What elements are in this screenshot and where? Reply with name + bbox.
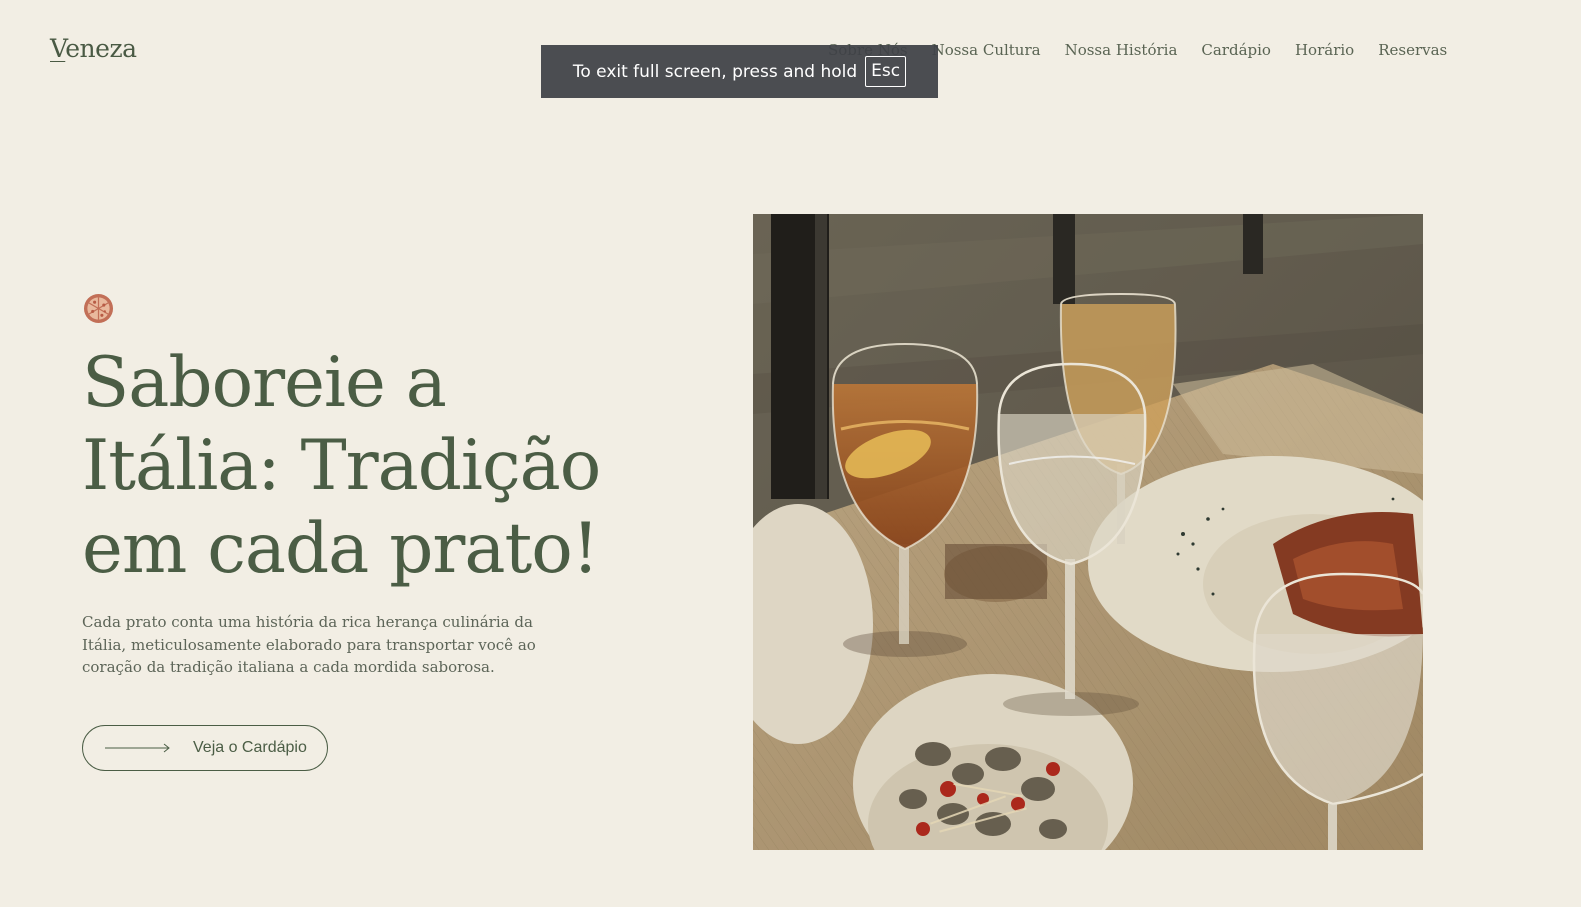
hero-headline: Saboreie a Itália: Tradição em cada prat… [82,343,601,589]
fullscreen-notice-text: To exit full screen, press and hold [572,61,858,82]
nav-item-nossa-historia[interactable]: Nossa História [1065,41,1178,59]
fullscreen-notice: To exit full screen, press and hold Esc [541,45,938,98]
view-menu-button[interactable]: Veja o Cardápio [82,725,328,771]
pizza-icon [83,293,114,324]
hero-description: Cada prato conta uma história da rica he… [82,613,536,676]
nav-item-reservas[interactable]: Reservas [1378,41,1447,59]
table-scene-illustration [753,214,1423,850]
hero-photo [753,214,1423,850]
nav-item-cardapio[interactable]: Cardápio [1201,41,1271,59]
arrow-right-icon [105,743,170,753]
logo-text: eneza [65,34,137,63]
view-menu-label: Veja o Cardápio [193,739,307,756]
esc-key-badge: Esc [865,56,907,87]
logo[interactable]: Veneza [50,34,137,63]
nav-item-nossa-cultura[interactable]: Nossa Cultura [932,41,1041,59]
logo-initial: V [50,34,66,63]
nav-item-horario[interactable]: Horário [1295,41,1354,59]
